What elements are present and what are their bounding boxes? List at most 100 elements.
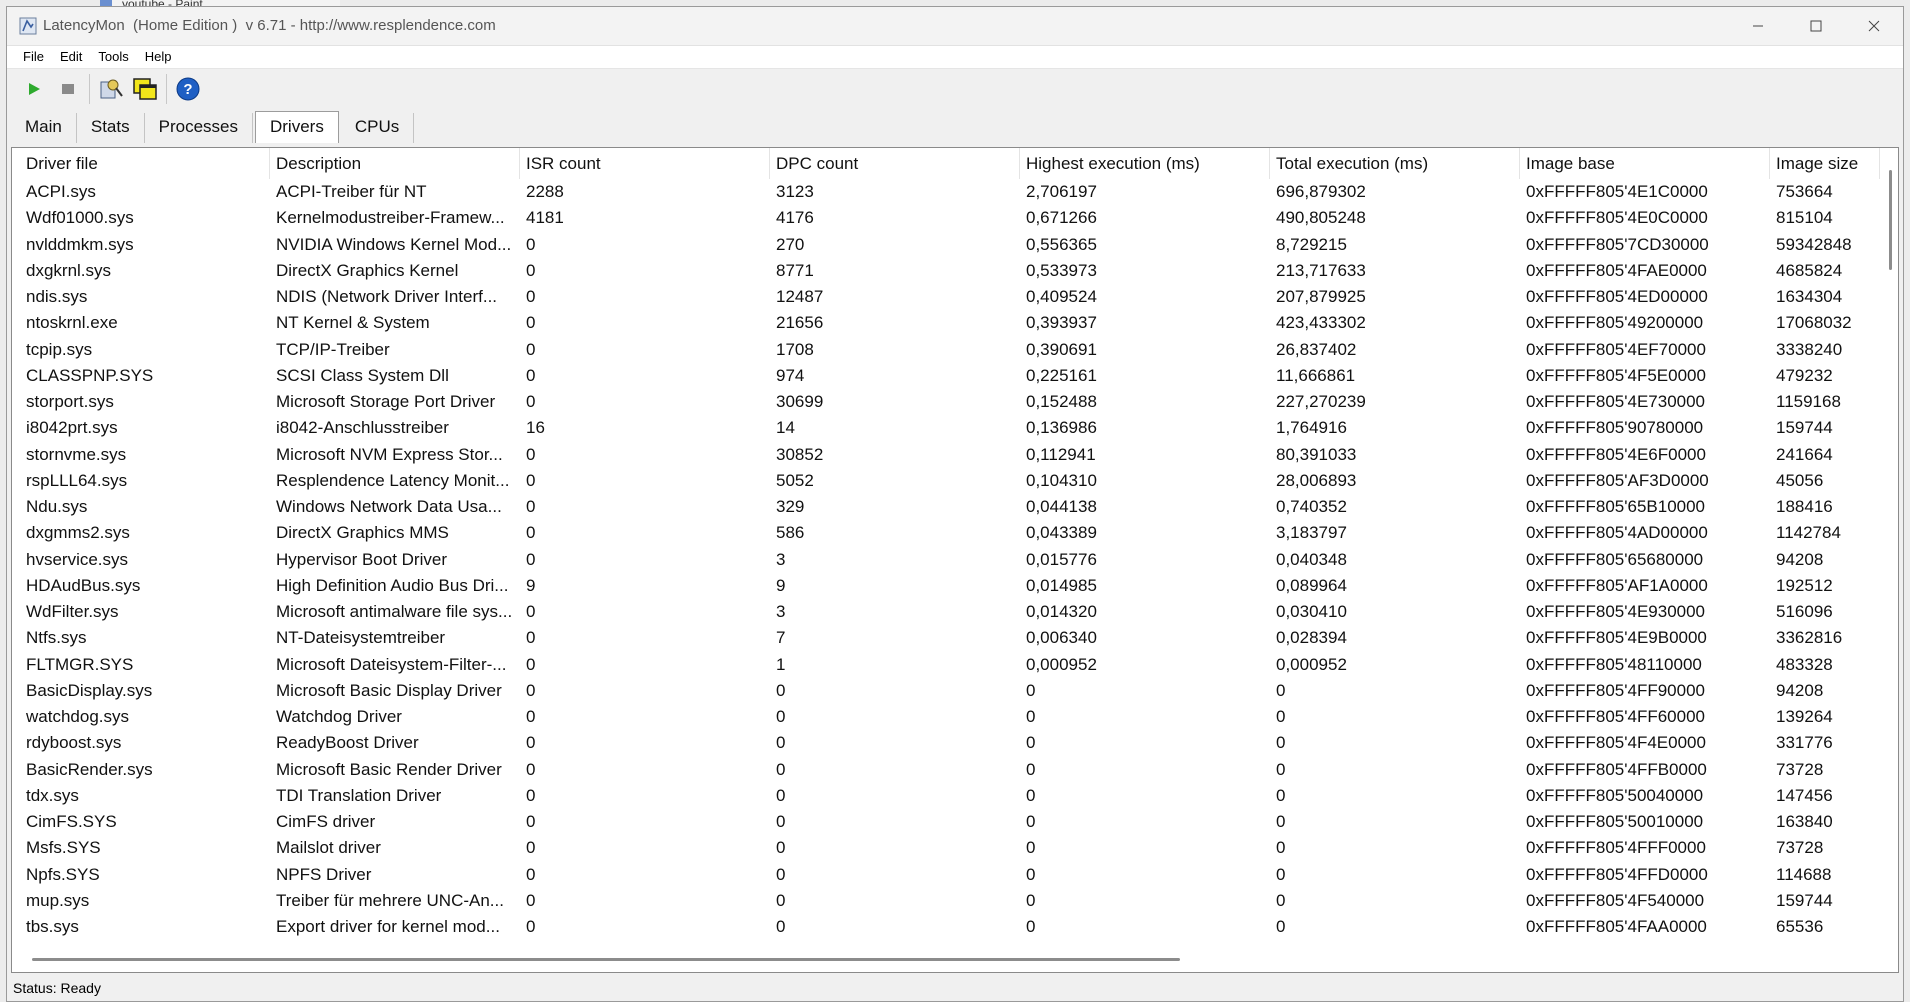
- tab-processes[interactable]: Processes: [145, 113, 253, 143]
- tab-drivers[interactable]: Drivers: [254, 111, 339, 143]
- minimize-button[interactable]: [1729, 7, 1787, 45]
- table-cell: 0: [776, 812, 786, 831]
- table-cell: storport.sys: [26, 392, 114, 411]
- title-bar[interactable]: LatencyMon (Home Edition ) v 6.71 - http…: [7, 7, 1903, 46]
- table-cell: 0: [1026, 890, 1036, 910]
- column-header[interactable]: Image size: [1770, 148, 1880, 179]
- column-header[interactable]: Total execution (ms): [1270, 148, 1520, 179]
- table-cell: 0xFFFFF805'7CD30000: [1526, 234, 1709, 254]
- menu-help[interactable]: Help: [137, 46, 180, 68]
- table-cell: 9: [526, 575, 536, 595]
- table-row[interactable]: rdyboost.sys ReadyBoost Driver 0 0 0 0 0xFFFFF…: [20, 730, 1880, 756]
- table-cell: 4685824: [1776, 260, 1843, 280]
- tab-stats[interactable]: Stats: [77, 113, 145, 143]
- table-cell: 16: [526, 418, 545, 438]
- menu-edit[interactable]: Edit: [52, 46, 90, 68]
- column-header[interactable]: ISR count: [520, 148, 770, 179]
- table-cell: 163840: [1776, 812, 1833, 831]
- column-header[interactable]: Highest execution (ms): [1020, 148, 1270, 179]
- table-cell: NDIS (Network Driver Interf...: [276, 287, 498, 306]
- table-row[interactable]: Npfs.SYS NPFS Driver 0 0 0 0 0xFFFFF805'4FFD00…: [20, 862, 1880, 888]
- table-row[interactable]: dxgkrnl.sys DirectX Graphics Kernel 0 8771 0…: [20, 258, 1880, 284]
- column-header[interactable]: Driver file: [20, 148, 270, 179]
- column-header[interactable]: Image base: [1520, 148, 1770, 179]
- table-row[interactable]: FLTMGR.SYS Microsoft Dateisystem-Filter-.…: [20, 652, 1880, 678]
- tab-main[interactable]: Main: [11, 113, 77, 143]
- table-row[interactable]: BasicRender.sys Microsoft Basic Render Dr…: [20, 757, 1880, 783]
- maximize-button[interactable]: [1787, 7, 1845, 45]
- table-cell: 3362816: [1776, 628, 1843, 648]
- table-row[interactable]: storport.sys Microsoft Storage Port Drive…: [20, 389, 1880, 415]
- table-cell: 0xFFFFF805'4E930000: [1526, 602, 1706, 621]
- table-row[interactable]: HDAudBus.sys High Definition Audio Bus Dr…: [20, 573, 1880, 599]
- table-row[interactable]: rspLLL64.sys Resplendence Latency Monit..…: [20, 468, 1880, 494]
- table-cell: rdyboost.sys: [26, 733, 122, 753]
- table-row[interactable]: CimFS.SYS CimFS driver 0 0 0 0 0xFFFFF805'5001…: [20, 809, 1880, 835]
- table-row[interactable]: stornvme.sys Microsoft NVM Express Stor..…: [20, 442, 1880, 468]
- table-row[interactable]: tbs.sys Export driver for kernel mod... 0 0…: [20, 914, 1880, 940]
- menu-tools[interactable]: Tools: [90, 46, 136, 68]
- table-cell: 0,533973: [1026, 260, 1097, 280]
- table-row[interactable]: i8042prt.sys i8042-Anschlusstreiber 16 14 0,…: [20, 415, 1880, 441]
- table-row[interactable]: watchdog.sys Watchdog Driver 0 0 0 0 0xFFFFF80…: [20, 704, 1880, 730]
- column-header[interactable]: DPC count: [770, 148, 1020, 179]
- stop-monitor-button[interactable]: [51, 72, 85, 106]
- table-cell: 0xFFFFF805'4E730000: [1526, 392, 1706, 411]
- minimize-icon: [1753, 25, 1763, 27]
- table-row[interactable]: Msfs.SYS Mailslot driver 0 0 0 0 0xFFFFF805'4F…: [20, 835, 1880, 861]
- table-cell: 0,006340: [1026, 628, 1097, 648]
- column-header[interactable]: Description: [270, 148, 520, 179]
- table-row[interactable]: Wdf01000.sys Kernelmodustreiber-Framew...…: [20, 205, 1880, 231]
- table-row[interactable]: WdFilter.sys Microsoft antimalware file s…: [20, 599, 1880, 625]
- start-monitor-button[interactable]: [17, 72, 51, 106]
- table-cell: BasicDisplay.sys: [26, 680, 153, 700]
- table-cell: Microsoft Basic Display Driver: [276, 680, 502, 700]
- table-row[interactable]: ntoskrnl.exe NT Kernel & System 0 21656 0,39…: [20, 310, 1880, 336]
- table-row[interactable]: CLASSPNP.SYS SCSI Class System Dll 0 974 0,2…: [20, 363, 1880, 389]
- table-row[interactable]: BasicDisplay.sys Microsoft Basic Display …: [20, 678, 1880, 704]
- table-cell: 0xFFFFF805'4FAE0000: [1526, 260, 1707, 280]
- table-cell: 11,666861: [1276, 365, 1356, 385]
- windows-button[interactable]: [128, 72, 162, 106]
- table-row[interactable]: dxgmms2.sys DirectX Graphics MMS 0 586 0,043…: [20, 520, 1880, 546]
- table-row[interactable]: tcpip.sys TCP/IP-Treiber 0 1708 0,390691 26,8…: [20, 337, 1880, 363]
- table-row[interactable]: Ndu.sys Windows Network Data Usa... 0 329 0,…: [20, 494, 1880, 520]
- table-cell: 0: [526, 260, 536, 280]
- horizontal-scroll-thumb[interactable]: [32, 958, 1180, 961]
- table-cell: 0: [526, 470, 536, 490]
- table-cell: 0: [526, 523, 536, 543]
- table-row[interactable]: tdx.sys TDI Translation Driver 0 0 0 0 0xFFFFF…: [20, 783, 1880, 809]
- menu-file[interactable]: File: [15, 46, 52, 68]
- table-cell: 0xFFFFF805'AF1A0000: [1526, 575, 1708, 595]
- vertical-scroll-thumb[interactable]: [1889, 170, 1892, 270]
- close-button[interactable]: [1845, 7, 1903, 45]
- horizontal-scrollbar[interactable]: [32, 954, 1872, 964]
- table-row[interactable]: Ntfs.sys NT-Dateisystemtreiber 0 7 0,006340 0…: [20, 625, 1880, 651]
- table-cell: 0xFFFFF805'AF3D0000: [1526, 470, 1709, 490]
- table-cell: NT-Dateisystemtreiber: [276, 628, 446, 648]
- table-row[interactable]: nvlddmkm.sys NVIDIA Windows Kernel Mod...…: [20, 232, 1880, 258]
- table-cell: 0,040348: [1276, 549, 1347, 569]
- table-cell: 0: [526, 444, 536, 464]
- table-cell: 0: [1276, 785, 1286, 805]
- table-cell: rspLLL64.sys: [26, 470, 128, 490]
- table-row[interactable]: ndis.sys NDIS (Network Driver Interf... 0 1…: [20, 284, 1880, 310]
- tab-cpus[interactable]: CPUs: [341, 113, 415, 143]
- stop-icon: [62, 84, 74, 94]
- table-cell: 0: [1026, 759, 1036, 779]
- table-row[interactable]: mup.sys Treiber für mehrere UNC-An... 0 0 0 0…: [20, 888, 1880, 914]
- table-row[interactable]: hvservice.sys Hypervisor Boot Driver 0 3 0,0…: [20, 547, 1880, 573]
- table-cell: 0: [526, 365, 536, 385]
- table-cell: 0: [526, 654, 536, 674]
- table-row[interactable]: ACPI.sys ACPI-Treiber für NT 2288 3123 2,706…: [20, 179, 1880, 205]
- table-cell: ACPI-Treiber für NT: [276, 182, 427, 201]
- help-button[interactable]: ?: [171, 72, 205, 106]
- table-cell: 0xFFFFF805'4EF70000: [1526, 339, 1706, 359]
- menu-bar: File Edit Tools Help: [7, 46, 1903, 69]
- table-cell: i8042-Anschlusstreiber: [276, 418, 449, 438]
- table-cell: Microsoft Basic Render Driver: [276, 759, 502, 779]
- table-cell: 0,000952: [1026, 654, 1097, 674]
- table-cell: 4181: [526, 208, 564, 228]
- vertical-scrollbar[interactable]: [1886, 160, 1896, 920]
- driver-report-button[interactable]: [94, 72, 128, 106]
